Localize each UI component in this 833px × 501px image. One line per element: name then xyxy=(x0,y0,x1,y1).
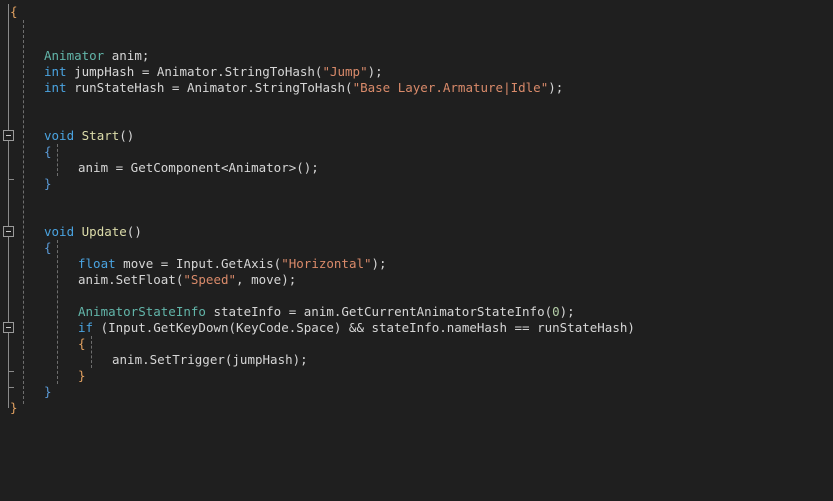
code-line: anim.SetTrigger(jumpHash); xyxy=(112,352,308,367)
code-content: { Animator anim; int jumpHash = Animator… xyxy=(0,0,833,501)
code-line: float move = Input.GetAxis("Horizontal")… xyxy=(78,256,387,271)
code-line: { xyxy=(44,144,52,159)
code-line: int jumpHash = Animator.StringToHash("Ju… xyxy=(44,64,383,79)
code-line: void Start() xyxy=(44,128,135,143)
code-line: AnimatorStateInfo stateInfo = anim.GetCu… xyxy=(78,304,575,319)
code-line: anim.SetFloat("Speed", move); xyxy=(78,272,297,287)
code-line: { xyxy=(10,4,18,19)
code-line: Animator anim; xyxy=(44,48,150,63)
code-line: } xyxy=(78,368,86,383)
code-editor[interactable]: { Animator anim; int jumpHash = Animator… xyxy=(0,0,833,501)
code-line: { xyxy=(78,336,86,351)
code-line: anim = GetComponent<Animator>(); xyxy=(78,160,319,175)
code-line: if (Input.GetKeyDown(KeyCode.Space) && s… xyxy=(78,320,635,335)
code-line: int runStateHash = Animator.StringToHash… xyxy=(44,80,564,95)
code-line: } xyxy=(44,176,52,191)
code-line: } xyxy=(10,400,18,415)
code-line: { xyxy=(44,240,52,255)
code-line: void Update() xyxy=(44,224,142,239)
code-line: } xyxy=(44,384,52,399)
